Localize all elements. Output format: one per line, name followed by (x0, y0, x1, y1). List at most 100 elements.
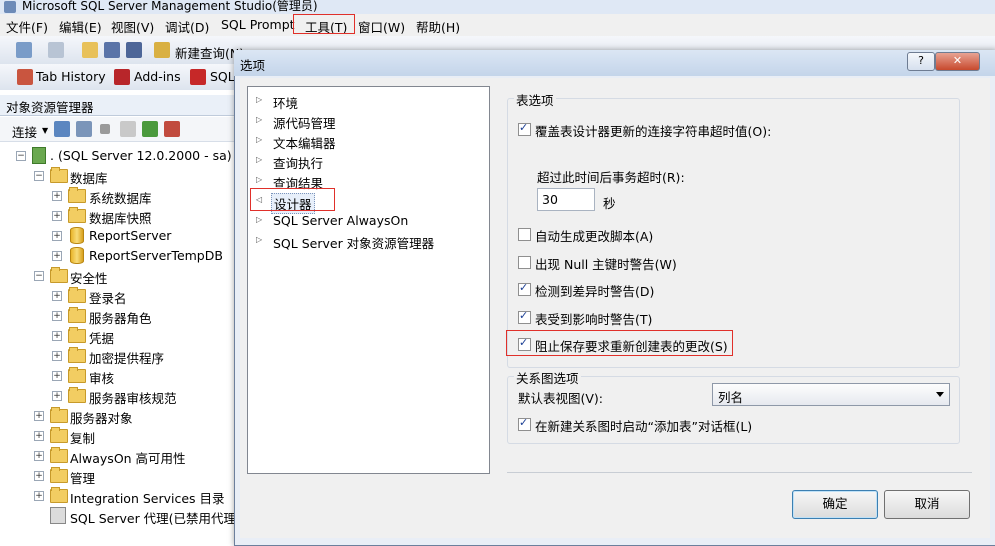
object-explorer-title: 对象资源管理器 (6, 100, 94, 115)
menu-sql-prompt[interactable]: SQL Prompt (221, 17, 295, 32)
folder-icon (50, 407, 68, 423)
window-title: Microsoft SQL Server Management Studio(管… (22, 0, 318, 13)
affected-warn-label: 表受到影响时警告(T) (535, 312, 653, 327)
expander-icon[interactable]: + (52, 311, 62, 321)
save-icon[interactable] (104, 42, 120, 58)
add-item-icon[interactable] (48, 42, 64, 58)
override-timeout-checkbox[interactable] (518, 121, 531, 136)
expander-icon[interactable]: + (52, 231, 62, 241)
menu-view[interactable]: 视图(V) (111, 17, 154, 36)
highlight-prevent-recreate (506, 330, 733, 356)
timeout-label: 超过此时间后事务超时(R): (537, 170, 685, 185)
stop-icon[interactable] (100, 124, 110, 134)
tree-label: 登录名 (89, 291, 127, 306)
sql-button[interactable]: SQL (210, 69, 235, 84)
folder-icon (50, 447, 68, 463)
timeout-input[interactable] (537, 188, 595, 211)
expander-icon[interactable]: − (16, 151, 26, 161)
cancel-button[interactable]: 取消 (884, 490, 970, 519)
expander-icon[interactable]: + (52, 351, 62, 361)
expand-arrow-icon[interactable]: ▷ (256, 235, 262, 244)
nav-label: 环境 (273, 96, 299, 111)
save-all-icon[interactable] (126, 42, 142, 58)
null-pk-warn-checkbox[interactable] (518, 256, 531, 269)
expand-arrow-icon[interactable]: ▷ (256, 215, 262, 224)
tree-sql-agent[interactable]: SQL Server 代理(已禁用代理 XP) (0, 506, 234, 526)
tree-label: ReportServer (89, 228, 172, 243)
tab-history-icon[interactable] (17, 69, 33, 85)
menu-window[interactable]: 窗口(W) (358, 17, 405, 36)
new-query-icon[interactable] (154, 42, 170, 58)
disconnect-icon[interactable] (76, 121, 92, 137)
menu-help[interactable]: 帮助(H) (416, 17, 460, 36)
folder-icon (68, 187, 86, 203)
default-view-value: 列名 (718, 390, 744, 405)
expand-arrow-icon[interactable]: ▷ (256, 115, 262, 124)
close-button[interactable]: ✕ (935, 52, 980, 71)
expander-icon[interactable]: + (34, 491, 44, 501)
tree-label: Integration Services 目录 (70, 491, 225, 506)
ok-button[interactable]: 确定 (792, 490, 878, 519)
nav-label: 源代码管理 (273, 116, 336, 131)
expander-icon[interactable]: + (52, 191, 62, 201)
expander-icon[interactable]: + (52, 291, 62, 301)
tree-label: 服务器审核规范 (89, 391, 177, 406)
tree-label: 凭据 (89, 331, 115, 346)
tree-label: 管理 (70, 471, 96, 486)
open-file-icon[interactable] (82, 42, 98, 58)
tree-label: 服务器对象 (70, 411, 133, 426)
expand-arrow-icon[interactable]: ▷ (256, 95, 262, 104)
default-view-label: 默认表视图(V): (518, 391, 604, 406)
connect-button[interactable]: 连接 (12, 122, 37, 141)
expander-icon[interactable]: + (52, 371, 62, 381)
activity-monitor-icon[interactable] (164, 121, 180, 137)
new-project-icon[interactable] (16, 42, 32, 58)
tree-label: 服务器角色 (89, 311, 152, 326)
expander-icon[interactable]: + (34, 431, 44, 441)
expand-arrow-icon[interactable]: ▷ (256, 135, 262, 144)
affected-warn-checkbox[interactable] (518, 309, 531, 324)
nav-label: 查询执行 (273, 156, 324, 171)
nav-label: SQL Server AlwaysOn (273, 213, 409, 228)
agent-icon (50, 507, 66, 524)
server-icon (32, 147, 46, 164)
filter-icon[interactable] (120, 121, 136, 137)
expander-icon[interactable]: + (52, 391, 62, 401)
refresh-icon[interactable] (142, 121, 158, 137)
expander-icon[interactable]: + (52, 251, 62, 261)
auto-script-checkbox[interactable] (518, 228, 531, 241)
expand-arrow-icon[interactable]: ▷ (256, 155, 262, 164)
expander-icon[interactable]: + (34, 451, 44, 461)
folder-icon (50, 487, 68, 503)
database-icon (70, 227, 84, 244)
connect-object-icon[interactable] (54, 121, 70, 137)
expander-icon[interactable]: − (34, 271, 44, 281)
sql-icon[interactable] (190, 69, 206, 85)
launch-add-table-label: 在新建关系图时启动“添加表”对话框(L) (535, 419, 753, 434)
expander-icon[interactable]: + (34, 471, 44, 481)
default-view-select[interactable]: 列名 (712, 383, 950, 406)
addins-button[interactable]: Add-ins (134, 69, 181, 84)
expander-icon[interactable]: + (52, 211, 62, 221)
diff-warn-checkbox[interactable] (518, 281, 531, 296)
launch-add-table-checkbox[interactable] (518, 416, 531, 431)
highlight-tools-menu (293, 14, 355, 34)
nav-label: SQL Server 对象资源管理器 (273, 236, 435, 251)
menu-debug[interactable]: 调试(D) (165, 17, 209, 36)
highlight-designers (250, 188, 335, 211)
tree-label: 安全性 (70, 271, 108, 286)
expand-arrow-icon[interactable]: ▷ (256, 175, 262, 184)
addins-icon[interactable] (114, 69, 130, 85)
expander-icon[interactable]: + (52, 331, 62, 341)
menu-file[interactable]: 文件(F) (6, 17, 48, 36)
expander-icon[interactable]: − (34, 171, 44, 181)
tree-label: ReportServerTempDB (89, 248, 223, 263)
tree-label: 审核 (89, 371, 115, 386)
tab-history-button[interactable]: Tab History (36, 69, 106, 84)
folder-icon (68, 327, 86, 343)
help-button[interactable]: ? (907, 52, 935, 71)
object-explorer-header: 对象资源管理器 (0, 95, 236, 116)
expander-icon[interactable]: + (34, 411, 44, 421)
menu-edit[interactable]: 编辑(E) (59, 17, 102, 36)
connect-dropdown-icon[interactable]: ▼ (42, 126, 48, 135)
